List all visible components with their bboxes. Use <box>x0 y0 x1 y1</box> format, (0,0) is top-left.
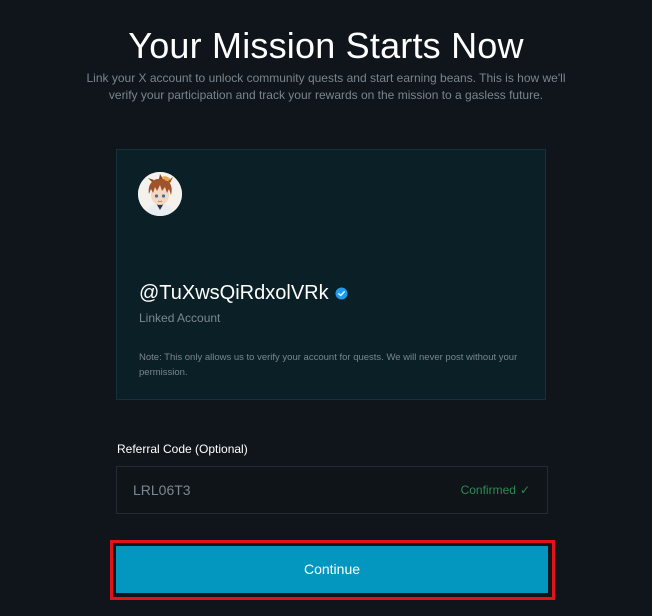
referral-code-field[interactable]: Confirmed ✓ <box>116 466 548 514</box>
referral-code-input[interactable] <box>133 482 333 498</box>
continue-button[interactable]: Continue <box>116 546 548 593</box>
page-title: Your Mission Starts Now <box>128 25 524 67</box>
privacy-note: Note: This only allows us to verify your… <box>139 352 518 378</box>
account-handle-row: @TuXwsQiRdxolVRk <box>139 281 348 305</box>
referral-status: Confirmed ✓ <box>461 483 530 497</box>
account-handle: @TuXwsQiRdxolVRk <box>139 282 329 304</box>
verified-badge-icon <box>335 287 348 300</box>
linked-account-card: @TuXwsQiRdxolVRk Linked Account Note: Th… <box>116 149 546 400</box>
check-icon: ✓ <box>519 483 530 497</box>
referral-status-label: Confirmed <box>460 483 516 497</box>
page-subtitle: Link your X account to unlock community … <box>86 71 566 102</box>
referral-code-label: Referral Code (Optional) <box>117 442 248 456</box>
avatar <box>138 172 182 216</box>
avatar-image <box>138 172 182 216</box>
linked-account-label: Linked Account <box>139 311 221 325</box>
